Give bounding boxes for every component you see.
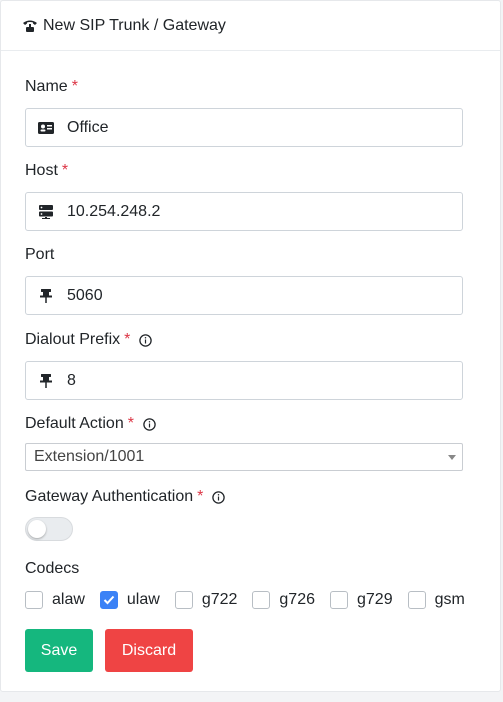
dialout-prefix-label-row: Dialout Prefix * [25, 330, 463, 350]
port-input[interactable] [67, 286, 447, 305]
page-title: New SIP Trunk / Gateway [43, 16, 226, 34]
discard-button[interactable]: Discard [105, 629, 193, 672]
codec-label: g729 [357, 591, 393, 608]
port-label: Port [25, 246, 55, 263]
info-icon[interactable] [212, 490, 226, 504]
codec-ulaw[interactable]: ulaw [99, 591, 160, 609]
codecs-list: alaw ulaw g722 g726 g729 gsm [25, 591, 465, 609]
default-action-field-group: Default Action * Extension/1001 [25, 414, 463, 471]
host-input[interactable] [67, 202, 447, 221]
host-input-box[interactable] [25, 192, 463, 231]
name-label-row: Name * [25, 77, 463, 97]
toggle-knob [28, 520, 46, 538]
required-marker: * [127, 415, 134, 432]
name-input[interactable] [67, 118, 447, 137]
codec-alaw[interactable]: alaw [25, 591, 85, 609]
codec-g729[interactable]: g729 [330, 591, 393, 609]
default-action-selected: Extension/1001 [34, 448, 145, 465]
server-icon [38, 204, 54, 220]
chevron-down-icon [448, 454, 456, 460]
codec-label: g726 [279, 591, 315, 608]
codec-checkbox[interactable] [252, 591, 271, 609]
port-label-row: Port [25, 245, 463, 265]
sip-trunk-icon [21, 17, 39, 35]
codec-checkbox[interactable] [174, 591, 193, 609]
info-icon[interactable] [139, 333, 153, 347]
default-action-label-row: Default Action * [25, 414, 463, 434]
port-field-group: Port [25, 245, 463, 315]
pin-icon [38, 373, 54, 389]
required-marker: * [71, 78, 78, 95]
host-field-group: Host * [25, 161, 463, 231]
codec-label: alaw [52, 591, 85, 608]
dialout-prefix-label: Dialout Prefix [25, 331, 121, 348]
port-input-box[interactable] [25, 276, 463, 315]
name-field-group: Name * [25, 77, 463, 147]
default-action-label: Default Action [25, 415, 124, 432]
required-marker: * [124, 331, 131, 348]
codecs-field-group: Codecs alaw ulaw g722 g726 g729 gsm [25, 559, 465, 609]
default-action-select[interactable]: Extension/1001 [25, 443, 463, 471]
codecs-label-row: Codecs [25, 559, 463, 579]
dialout-prefix-input[interactable] [67, 371, 447, 390]
required-marker: * [61, 162, 69, 179]
codec-g726[interactable]: g726 [252, 591, 315, 609]
id-card-icon [38, 120, 54, 136]
info-icon[interactable] [143, 417, 156, 431]
gateway-auth-toggle[interactable] [25, 517, 73, 541]
sip-trunk-form-card: New SIP Trunk / Gateway Name * Host * [0, 0, 501, 692]
codecs-label: Codecs [25, 560, 80, 577]
name-input-box[interactable] [25, 108, 463, 147]
codec-label: g722 [201, 591, 238, 608]
gateway-auth-label-row: Gateway Authentication * [25, 487, 463, 507]
codec-checkbox[interactable] [99, 591, 118, 609]
pin-icon [38, 288, 54, 304]
gateway-auth-field-group: Gateway Authentication * [25, 487, 463, 541]
codec-g722[interactable]: g722 [174, 591, 238, 609]
host-label-row: Host * [25, 161, 463, 181]
codec-label: gsm [434, 591, 465, 608]
host-label: Host [25, 162, 58, 179]
gateway-auth-label: Gateway Authentication [25, 488, 194, 505]
dialout-prefix-input-box[interactable] [25, 361, 463, 400]
dialout-prefix-field-group: Dialout Prefix * [25, 330, 463, 400]
codec-checkbox[interactable] [330, 591, 348, 609]
checkmark-icon [103, 595, 115, 605]
codec-checkbox[interactable] [407, 591, 426, 609]
name-label: Name [25, 78, 68, 95]
save-button[interactable]: Save [25, 629, 93, 672]
card-header: New SIP Trunk / Gateway [1, 1, 500, 51]
required-marker: * [197, 488, 204, 505]
codec-checkbox[interactable] [25, 591, 43, 609]
codec-gsm[interactable]: gsm [407, 591, 465, 609]
codec-label: ulaw [126, 591, 160, 608]
